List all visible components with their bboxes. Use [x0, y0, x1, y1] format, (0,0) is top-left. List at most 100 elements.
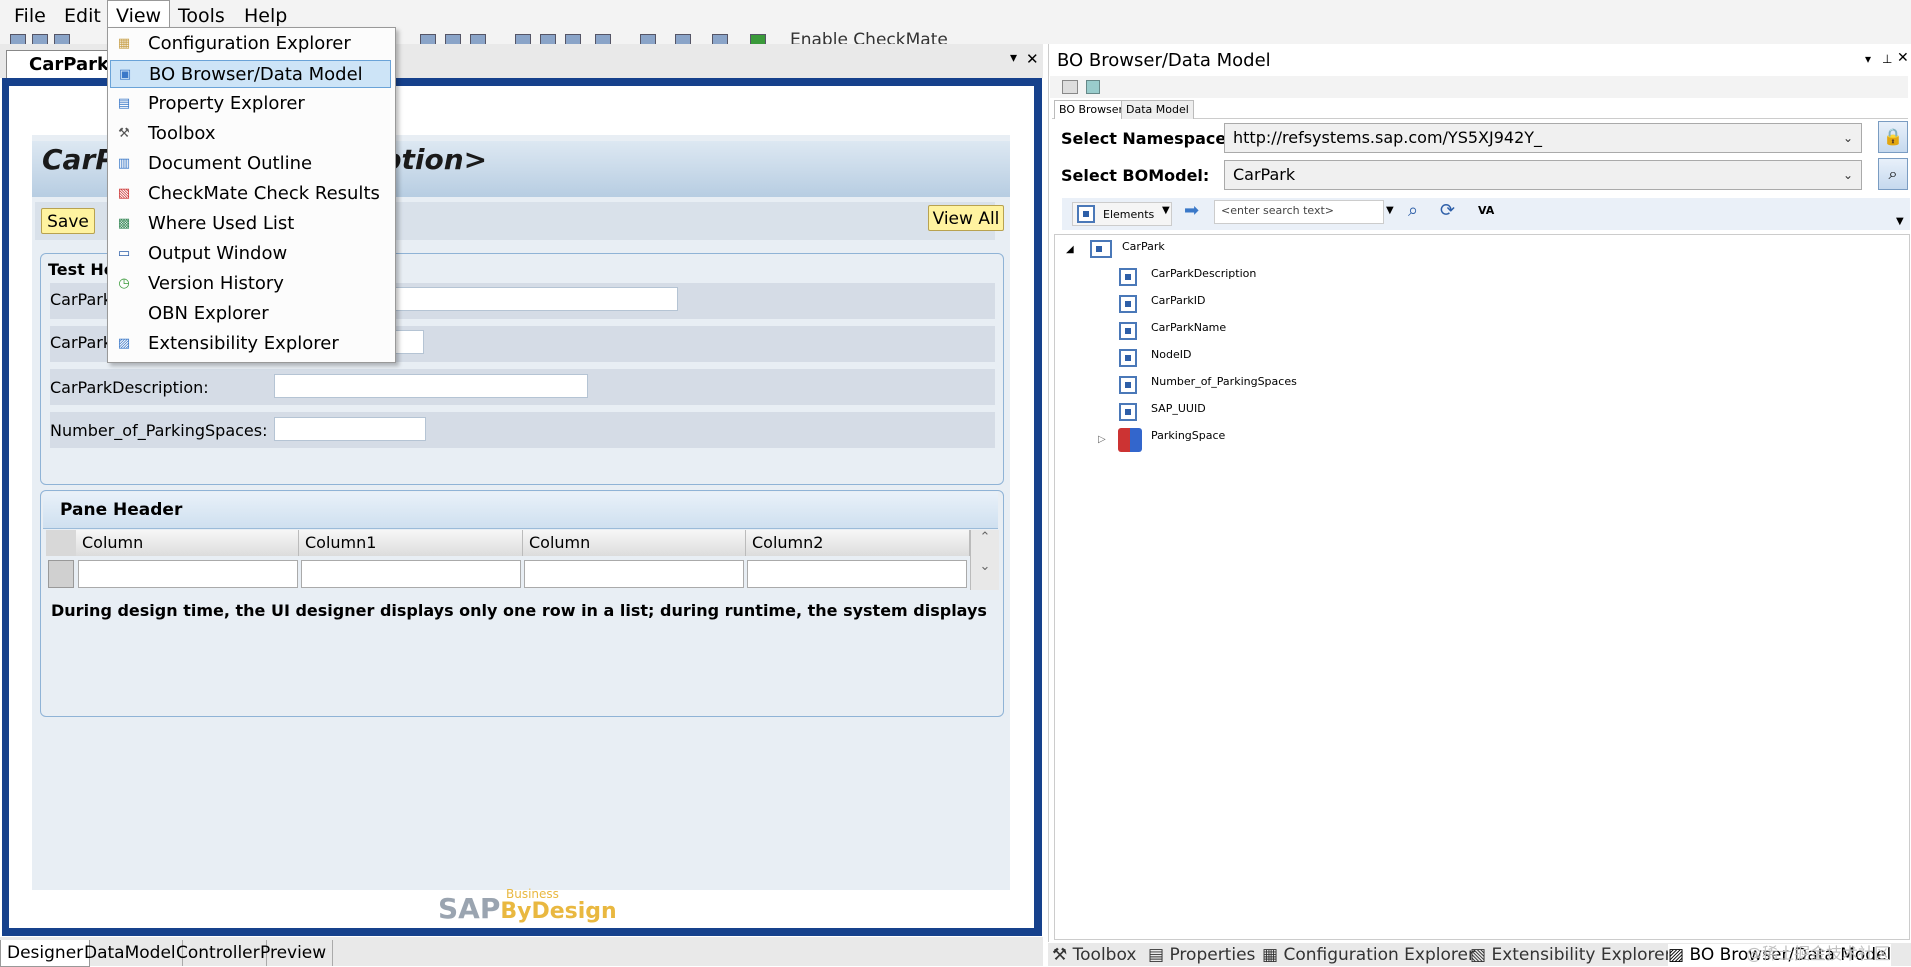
- toolbar-tool-icon[interactable]: [675, 34, 691, 44]
- column-header[interactable]: Column: [523, 530, 746, 556]
- menu-help[interactable]: Help: [236, 4, 295, 28]
- search-icon[interactable]: ⌕: [1408, 200, 1418, 221]
- menu-item-checkmate[interactable]: ▧ CheckMate Check Results: [110, 180, 391, 208]
- toolbar-tool-icon[interactable]: [565, 34, 581, 44]
- element-icon: [1119, 295, 1137, 313]
- dropdown-icon[interactable]: ▾: [1010, 50, 1017, 66]
- parking-spaces-input[interactable]: [274, 417, 426, 441]
- document-tab[interactable]: CarPark: [6, 50, 116, 78]
- tree-node[interactable]: CarParkName: [1151, 321, 1226, 334]
- menu-tools[interactable]: Tools: [170, 4, 233, 28]
- chevron-down-icon[interactable]: ▼: [1162, 205, 1170, 216]
- menu-item-where-used[interactable]: ▩ Where Used List: [110, 210, 391, 238]
- column-header[interactable]: Column1: [299, 530, 523, 556]
- dropdown-icon[interactable]: ▾: [1865, 52, 1871, 66]
- toolbox-icon: ⚒: [118, 126, 130, 141]
- carpark-id-input[interactable]: [394, 287, 678, 311]
- tree-node[interactable]: NodeID: [1151, 348, 1191, 361]
- tree-node[interactable]: CarParkID: [1151, 294, 1205, 307]
- tab-extensibility-explorer[interactable]: ▧ Extensibility Explorer: [1470, 944, 1672, 966]
- tree-node[interactable]: Number_of_ParkingSpaces: [1151, 375, 1297, 388]
- grid-cell[interactable]: [747, 560, 967, 588]
- chevron-down-icon[interactable]: ▼: [1386, 205, 1394, 216]
- tree-node[interactable]: SAP_UUID: [1151, 402, 1206, 415]
- bo-browser-icon: ▣: [118, 67, 132, 82]
- grid-cell[interactable]: [78, 560, 298, 588]
- toolbar-tool-icon[interactable]: [712, 34, 728, 44]
- column-header[interactable]: Column: [76, 530, 299, 556]
- menu-item-version-history[interactable]: ◷ Version History: [110, 270, 391, 298]
- elements-filter-button[interactable]: Elements: [1072, 202, 1172, 226]
- tab-designer[interactable]: Designer: [0, 940, 91, 967]
- save-button[interactable]: Save: [41, 208, 95, 234]
- new-doc-icon[interactable]: [10, 34, 26, 44]
- tab-properties[interactable]: ▤ Properties: [1148, 944, 1255, 966]
- menu-edit[interactable]: Edit: [56, 4, 109, 28]
- refresh-icon[interactable]: ⟳: [1440, 200, 1455, 221]
- namespace-action-button[interactable]: 🔒: [1878, 121, 1908, 153]
- menu-item-output-window[interactable]: ▭ Output Window: [110, 240, 391, 268]
- book-icon[interactable]: [1086, 80, 1100, 94]
- menu-item-document-outline[interactable]: ▥ Document Outline: [110, 150, 391, 178]
- va-button[interactable]: VA: [1478, 204, 1494, 217]
- tab-bo-browser[interactable]: BO Browser: [1054, 100, 1129, 119]
- grid-scrollbar[interactable]: ⌃ ⌄: [970, 530, 999, 590]
- namespace-select[interactable]: http://refsystems.sap.com/YS5XJ942Y_ ⌄: [1224, 123, 1862, 153]
- menu-item-property-explorer[interactable]: ▤ Property Explorer: [110, 90, 391, 118]
- view-all-button[interactable]: View All: [928, 205, 1004, 231]
- element-icon: [1119, 403, 1137, 421]
- panel-toolbar: [1050, 76, 1908, 98]
- grid-view-icon[interactable]: [1062, 80, 1078, 94]
- toolbar-tool-icon[interactable]: [640, 34, 656, 44]
- column-header[interactable]: Column2: [746, 530, 970, 556]
- element-icon: [1077, 205, 1095, 223]
- tab-toolbox[interactable]: ⚒ Toolbox: [1052, 944, 1136, 966]
- menu-item-configuration-explorer[interactable]: ▦ Configuration Explorer: [110, 30, 391, 58]
- collapse-icon[interactable]: ◢: [1066, 244, 1074, 255]
- tab-data-model[interactable]: Data Model: [1121, 100, 1194, 119]
- scroll-down-icon[interactable]: ⌄: [971, 559, 999, 574]
- open-icon[interactable]: [32, 34, 48, 44]
- toolbar-tool-icon[interactable]: [420, 34, 436, 44]
- list-note: During design time, the UI designer disp…: [51, 601, 991, 620]
- carpark-description-input[interactable]: [274, 374, 588, 398]
- toolbar-tool-icon[interactable]: [540, 34, 556, 44]
- bomodel-search-button[interactable]: ⌕: [1878, 158, 1908, 190]
- tree-node[interactable]: CarParkDescription: [1151, 267, 1256, 280]
- menu-item-bo-browser[interactable]: ▣ BO Browser/Data Model: [110, 60, 391, 88]
- element-icon: [1119, 268, 1137, 286]
- tab-preview[interactable]: Preview: [254, 940, 334, 966]
- close-icon[interactable]: ✕: [1897, 50, 1909, 66]
- menu-file[interactable]: File: [6, 4, 54, 28]
- search-input[interactable]: <enter search text>: [1214, 200, 1384, 224]
- carpark-name-input[interactable]: [394, 330, 424, 354]
- save-icon[interactable]: [54, 34, 70, 44]
- row-selector[interactable]: [48, 560, 74, 588]
- tree-node-parkingspace[interactable]: ParkingSpace: [1151, 429, 1225, 442]
- menu-item-extensibility-explorer[interactable]: ▨ Extensibility Explorer: [110, 330, 391, 358]
- outline-icon: ▥: [117, 156, 131, 171]
- tab-datamodel[interactable]: DataModel: [78, 940, 183, 966]
- toolbar-tool-icon[interactable]: [595, 34, 611, 44]
- pane-header-bar: [43, 492, 998, 529]
- expand-icon[interactable]: ▷: [1098, 434, 1106, 445]
- toolbar-tool-icon[interactable]: [445, 34, 461, 44]
- arrow-right-icon[interactable]: ➡: [1184, 200, 1199, 221]
- toolbar-tool-icon[interactable]: [470, 34, 486, 44]
- close-icon[interactable]: ✕: [1026, 50, 1039, 68]
- chevron-down-icon[interactable]: ▼: [1896, 216, 1904, 227]
- tab-configuration-explorer[interactable]: ▦ Configuration Explorer: [1262, 944, 1475, 966]
- bomodel-select[interactable]: CarPark ⌄: [1224, 160, 1862, 190]
- menu-item-toolbox[interactable]: ⚒ Toolbox: [110, 120, 391, 148]
- run-icon[interactable]: [750, 34, 766, 44]
- menu-item-obn-explorer[interactable]: OBN Explorer: [110, 300, 391, 328]
- grid-cell[interactable]: [301, 560, 521, 588]
- grid-cell[interactable]: [524, 560, 744, 588]
- scroll-up-icon[interactable]: ⌃: [971, 530, 999, 545]
- pin-icon[interactable]: ⊥: [1882, 52, 1892, 66]
- config-explorer-icon: ▦: [117, 36, 131, 51]
- enable-checkmate-toggle[interactable]: Enable CheckMate: [790, 30, 948, 44]
- tab-controller[interactable]: Controller: [170, 940, 267, 966]
- toolbar-tool-icon[interactable]: [515, 34, 531, 44]
- tree-node-carpark[interactable]: CarPark: [1122, 240, 1165, 253]
